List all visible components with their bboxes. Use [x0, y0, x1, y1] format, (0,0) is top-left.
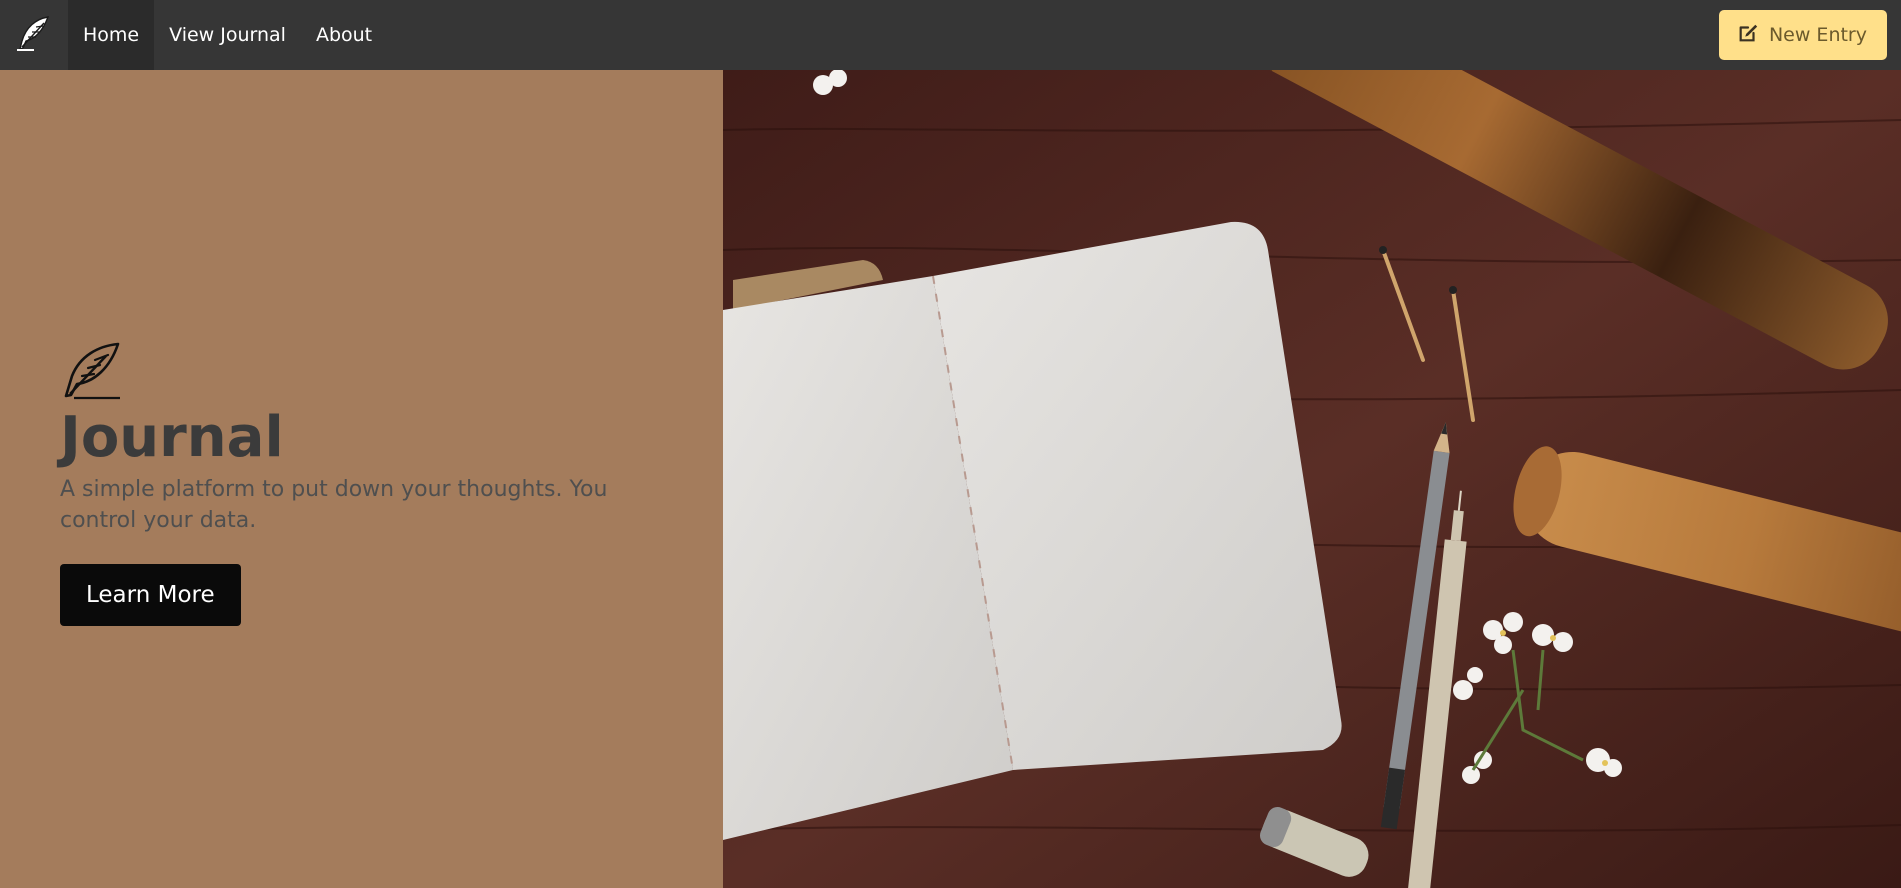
hero-section: Journal A simple platform to put down yo…: [0, 70, 723, 888]
hero-content: Journal A simple platform to put down yo…: [60, 338, 660, 626]
top-navbar: Home View Journal About New Entry: [0, 0, 1901, 70]
nav-home-label: Home: [83, 24, 140, 46]
nav-about[interactable]: About: [301, 0, 387, 70]
edit-icon: [1737, 22, 1759, 49]
hero-image: [723, 70, 1901, 888]
brand-logo[interactable]: [0, 0, 68, 70]
nav-about-label: About: [315, 24, 373, 46]
new-entry-button[interactable]: New Entry: [1718, 10, 1887, 60]
learn-more-button[interactable]: Learn More: [60, 564, 241, 626]
hero-title: Journal: [60, 405, 284, 470]
nav-home[interactable]: Home: [68, 0, 155, 70]
hero-subtitle: A simple platform to put down your thoug…: [60, 477, 608, 533]
learn-more-label: Learn More: [86, 582, 215, 608]
nav-view-journal[interactable]: View Journal: [154, 0, 301, 70]
feather-icon: [60, 338, 660, 406]
nav-view-journal-label: View Journal: [169, 24, 286, 46]
new-entry-label: New Entry: [1768, 24, 1867, 46]
feather-icon: [14, 13, 54, 57]
